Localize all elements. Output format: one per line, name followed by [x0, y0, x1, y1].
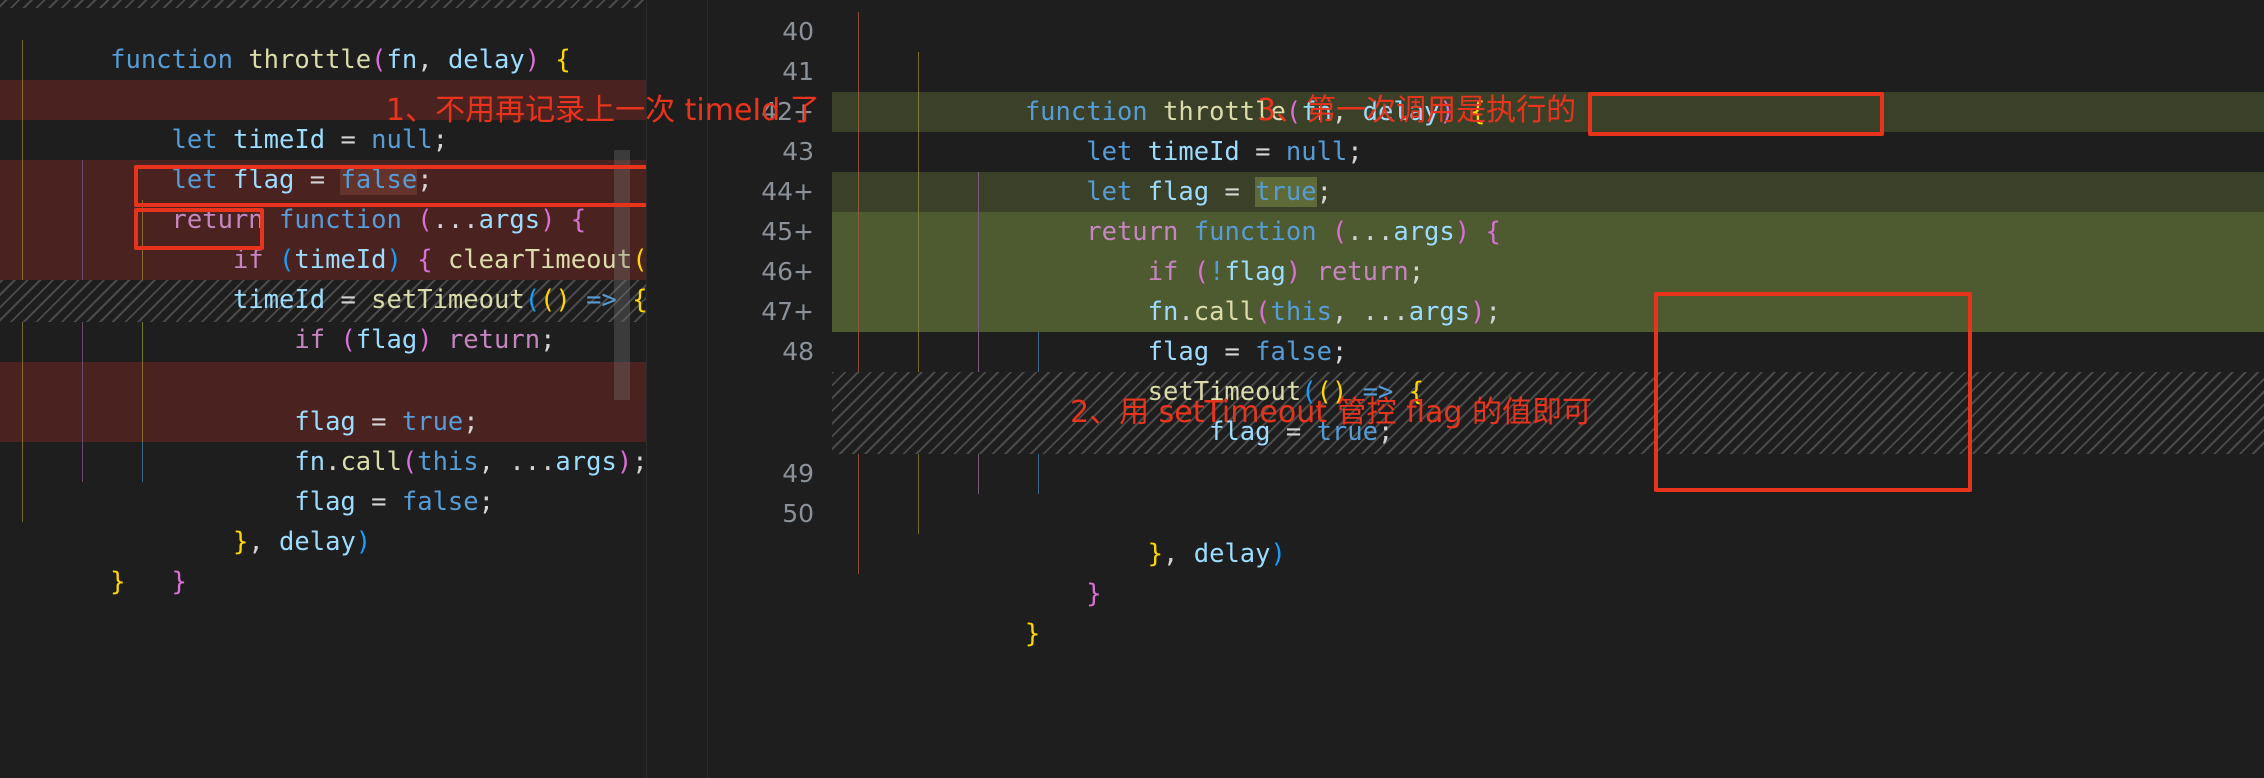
code-text: timeId = setTimeout(() => {: [232, 285, 646, 315]
code-text: fn.call(this, ...args);: [294, 447, 646, 477]
line-number: 48: [782, 337, 814, 366]
line-number: 47+: [761, 297, 814, 326]
code-text: let timeId = null;: [1086, 137, 1363, 167]
line-number: 49: [782, 459, 814, 488]
code-text: flag = true;: [294, 407, 479, 437]
line-number: 45+: [761, 217, 814, 246]
annotation-note-3: 3、第一次调用是执行的: [1257, 93, 1577, 128]
code-text: fn.call(this, ...args);: [1147, 297, 1501, 327]
line-number: 40: [782, 17, 814, 46]
code-text: function throttle(fn, delay) {: [110, 45, 571, 75]
code-line-removed[interactable]: fn.call(this, ...args);: [0, 362, 646, 477]
annotation-note-1: 1、不用再记录上一次 timeId 了: [386, 93, 820, 128]
code-text: flag = false;: [294, 487, 494, 517]
line-number: 43: [782, 137, 814, 166]
line-number: 41: [782, 57, 814, 86]
code-text: }, delay): [1147, 539, 1286, 569]
scrollbar-thumb[interactable]: [614, 150, 630, 400]
line-number: 46+: [761, 257, 814, 286]
code-text: if (flag) return;: [294, 325, 556, 355]
annotation-note-2: 2、用 setTimeout 管控 flag 的值即可: [1070, 395, 1592, 430]
code-text: flag = false;: [1147, 337, 1348, 367]
indent-guides: [0, 362, 646, 402]
code-line[interactable]: }, delay): [832, 454, 2264, 569]
code-text: }, delay): [232, 527, 372, 557]
code-line[interactable]: }: [832, 494, 2264, 609]
code-line[interactable]: let timeId = null;: [832, 52, 2264, 167]
code-text: if (!flag) return;: [1147, 257, 1425, 287]
code-line[interactable]: function throttle(fn, delay) {: [832, 12, 2264, 127]
code-text: if (timeId) { clearTimeout(time: [232, 245, 646, 275]
code-text: return function (...args) {: [171, 205, 587, 235]
code-text: }: [1024, 619, 1041, 649]
code-text: let flag = false;: [171, 165, 433, 195]
code-text: }: [110, 567, 126, 597]
collapsed-region-top: [0, 0, 646, 8]
code-text: let flag = true;: [1086, 177, 1332, 207]
line-number: 50: [782, 499, 814, 528]
line-number: 44+: [761, 177, 814, 206]
code-text: }: [1086, 579, 1102, 609]
code-text: return function (...args) {: [1086, 217, 1501, 247]
diff-editor: function throttle(fn, delay) { let timeI…: [0, 0, 2264, 778]
